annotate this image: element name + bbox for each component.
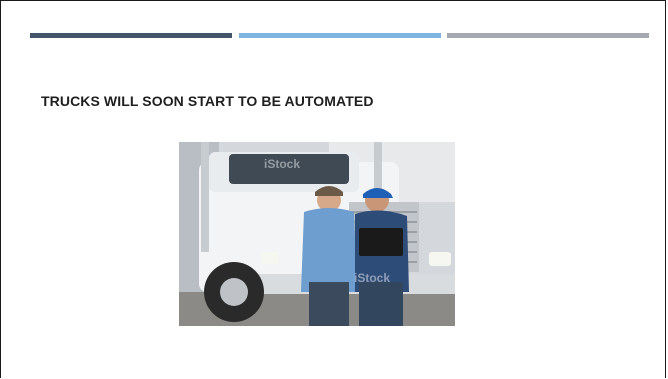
slide-title: TRUCKS WILL SOON START TO BE AUTOMATED — [41, 93, 374, 109]
accent-bar-gray — [447, 33, 649, 38]
watermark-text: iStock — [354, 271, 390, 285]
truck-photo: iStock iStock — [179, 142, 455, 326]
accent-bar-dark — [30, 33, 232, 38]
accent-bar-blue — [239, 33, 441, 38]
svg-text:iStock: iStock — [264, 157, 300, 171]
slide: TRUCKS WILL SOON START TO BE AUTOMATED i… — [0, 0, 666, 378]
accent-bars — [30, 33, 649, 38]
